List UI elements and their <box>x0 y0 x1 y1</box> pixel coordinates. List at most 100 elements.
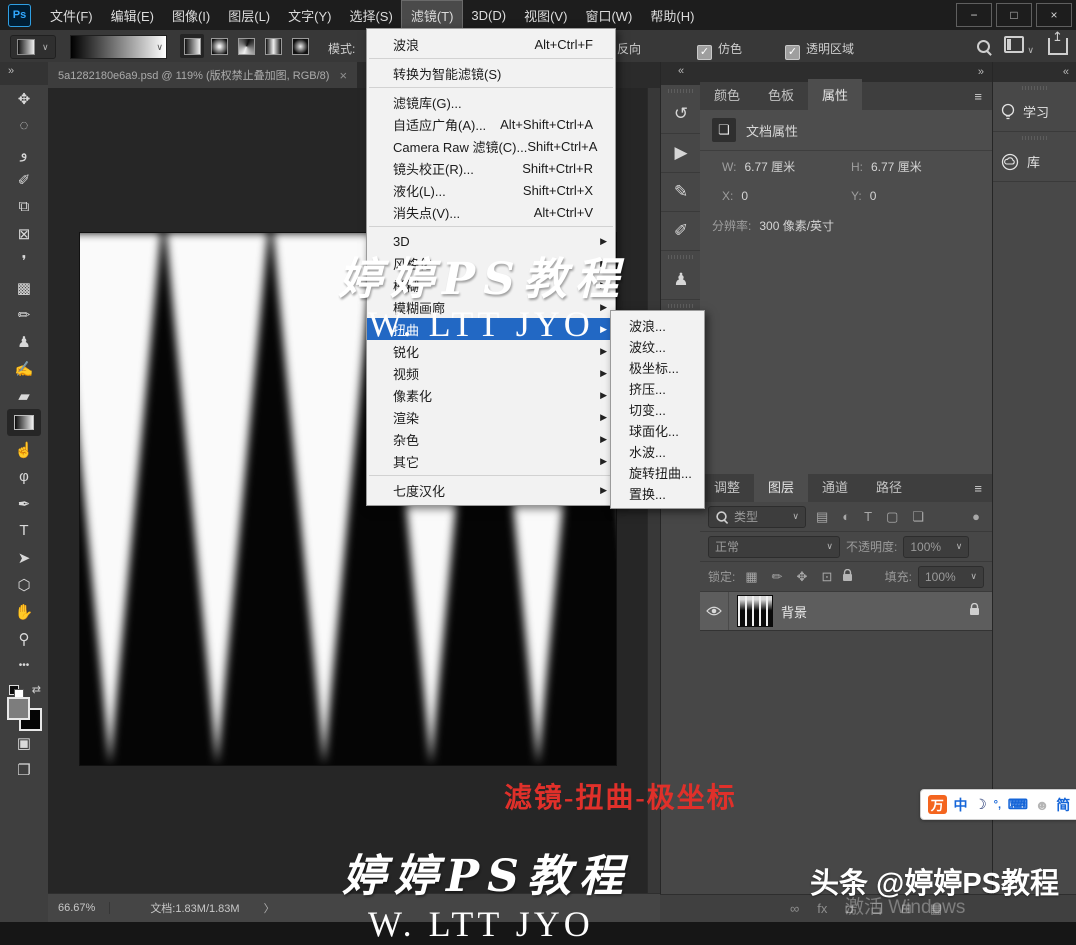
menu-item-distort[interactable]: 扭曲▶ <box>367 318 615 340</box>
tab-layers[interactable]: 图层 <box>754 471 808 502</box>
menu-item-sharpen[interactable]: 锐化▶ <box>367 340 615 362</box>
tab-paths[interactable]: 路径 <box>862 471 916 502</box>
diamond-gradient-button[interactable] <box>288 34 312 58</box>
menu-edit[interactable]: 编辑(E) <box>102 1 163 30</box>
brushes-panel-button[interactable]: ✐ <box>661 212 701 251</box>
shape-tool[interactable]: ⬡ <box>7 571 41 598</box>
brush-settings-panel-button[interactable]: ✎ <box>661 173 701 212</box>
resolution-value[interactable]: 300 像素/英寸 <box>759 217 834 234</box>
transparency-checkbox[interactable]: ✓透明区域 <box>785 40 854 60</box>
move-tool[interactable]: ✥ <box>7 85 41 112</box>
close-button[interactable]: × <box>1036 3 1072 27</box>
menu-window[interactable]: 窗口(W) <box>576 1 641 30</box>
foreground-color-swatch[interactable] <box>7 697 30 720</box>
frame-tool[interactable]: ⊠ <box>7 220 41 247</box>
menu-item-pixelate[interactable]: 像素化▶ <box>367 384 615 406</box>
zoom-level[interactable]: 66.67% <box>48 902 110 914</box>
menu-item-noise[interactable]: 杂色▶ <box>367 428 615 450</box>
ime-language-toggle[interactable]: 中 <box>954 795 968 815</box>
menu-item-vanishing-point[interactable]: 消失点(V)...Alt+Ctrl+V <box>367 201 615 223</box>
document-tab[interactable]: 5a1282180e6a9.psd @ 119% (版权禁止叠加图, RGB/8… <box>48 62 357 88</box>
submenu-item-twirl[interactable]: 旋转扭曲... <box>611 462 704 483</box>
menu-select[interactable]: 选择(S) <box>340 1 401 30</box>
y-value[interactable]: 0 <box>870 189 877 203</box>
submenu-item-spherize[interactable]: 球面化... <box>611 420 704 441</box>
actions-panel-button[interactable]: ▶ <box>661 134 701 173</box>
submenu-item-pinch[interactable]: 挤压... <box>611 378 704 399</box>
adjustment-layer-icon[interactable]: ❏ <box>871 901 883 917</box>
expand-toolbar-icon[interactable]: » <box>0 62 48 85</box>
status-expand-icon[interactable]: 〉 <box>264 900 275 916</box>
layer-thumbnail[interactable] <box>737 595 773 627</box>
submenu-item-polar-coordinates[interactable]: 极坐标... <box>611 357 704 378</box>
zoom-tool[interactable]: ⚲ <box>7 625 41 652</box>
hand-tool[interactable]: ✋ <box>7 598 41 625</box>
menu-file[interactable]: 文件(F) <box>41 1 102 30</box>
lock-artboard-icon[interactable]: ⊡ <box>817 569 836 585</box>
width-value[interactable]: 6.77 厘米 <box>744 160 795 174</box>
menu-help[interactable]: 帮助(H) <box>641 1 703 30</box>
smudge-tool[interactable]: ☝ <box>7 436 41 463</box>
crop-tool[interactable]: ⧉ <box>7 193 41 220</box>
submenu-item-ripple[interactable]: 波纹... <box>611 336 704 357</box>
filter-type-layers-icon[interactable]: T <box>860 509 876 524</box>
menu-item-3d[interactable]: 3D▶ <box>367 230 615 252</box>
menu-item-stylize[interactable]: 风格化▶ <box>367 252 615 274</box>
menu-filter[interactable]: 滤镜(T) <box>402 1 463 30</box>
x-value[interactable]: 0 <box>741 189 748 203</box>
submenu-item-shear[interactable]: 切变... <box>611 399 704 420</box>
submenu-item-wave[interactable]: 波浪... <box>611 315 704 336</box>
layer-effects-icon[interactable]: fx <box>817 901 827 916</box>
color-swatches[interactable]: ⇄ <box>7 685 41 729</box>
eraser-tool[interactable]: ▰ <box>7 382 41 409</box>
ime-simplified-toggle[interactable]: 简 <box>1056 795 1070 815</box>
search-icon[interactable] <box>977 40 990 53</box>
swap-colors-icon[interactable]: ⇄ <box>32 683 41 696</box>
menu-item-qidu-localization[interactable]: 七度汉化▶ <box>367 479 615 501</box>
filter-shape-layers-icon[interactable]: ▢ <box>882 509 902 525</box>
tab-swatches[interactable]: 色板 <box>754 79 808 110</box>
layer-row-background[interactable]: 背景 <box>700 592 992 631</box>
fill-input[interactable]: 100% ∨ <box>918 566 984 588</box>
menu-item-convert-smart-filter[interactable]: 转换为智能滤镜(S) <box>367 62 615 84</box>
minimize-button[interactable]: − <box>956 3 992 27</box>
panel-menu-icon[interactable]: ≡ <box>964 475 992 502</box>
reflected-gradient-button[interactable] <box>261 34 285 58</box>
filter-toggle-icon[interactable]: ● <box>968 509 984 524</box>
lock-transparent-pixels-icon[interactable]: ▦ <box>741 569 761 585</box>
menu-item-camera-raw[interactable]: Camera Raw 滤镜(C)...Shift+Ctrl+A <box>367 135 615 157</box>
healing-brush-tool[interactable]: ▩ <box>7 274 41 301</box>
dodge-tool[interactable]: φ <box>7 463 41 490</box>
submenu-item-zigzag[interactable]: 水波... <box>611 441 704 462</box>
eyedropper-tool[interactable]: ❜ <box>7 247 41 274</box>
angle-gradient-button[interactable] <box>234 34 258 58</box>
panel-menu-icon[interactable]: ≡ <box>964 83 992 110</box>
history-brush-tool[interactable]: ✍ <box>7 355 41 382</box>
quick-mask-button[interactable]: ▣ <box>7 729 41 756</box>
menu-image[interactable]: 图像(I) <box>163 1 219 30</box>
path-selection-tool[interactable]: ➤ <box>7 544 41 571</box>
ime-user-icon[interactable]: ☻ <box>1035 797 1050 813</box>
pen-tool[interactable]: ✒ <box>7 490 41 517</box>
gradient-preview[interactable]: ∨ <box>70 35 167 59</box>
workspace-switcher[interactable]: ∨ <box>1004 36 1034 56</box>
clone-source-panel-button[interactable]: ♟ <box>661 261 701 300</box>
clone-stamp-tool[interactable]: ♟ <box>7 328 41 355</box>
tab-channels[interactable]: 通道 <box>808 471 862 502</box>
menu-item-blur-gallery[interactable]: 模糊画廊▶ <box>367 296 615 318</box>
menu-item-other[interactable]: 其它▶ <box>367 450 615 472</box>
menu-type[interactable]: 文字(Y) <box>279 1 340 30</box>
screen-mode-button[interactable]: ❐ <box>7 756 41 783</box>
lock-position-icon[interactable]: ✥ <box>793 569 812 585</box>
new-layer-icon[interactable]: ⊞ <box>901 901 912 917</box>
layer-name[interactable]: 背景 <box>781 602 807 621</box>
menu-view[interactable]: 视图(V) <box>515 1 576 30</box>
menu-item-last-filter-wave[interactable]: 波浪Alt+Ctrl+F <box>367 33 615 55</box>
brush-tool[interactable]: ✏ <box>7 301 41 328</box>
collapse-dock-icon[interactable]: « <box>1063 66 1076 78</box>
menu-item-render[interactable]: 渲染▶ <box>367 406 615 428</box>
collapse-panels-icon[interactable]: » <box>978 66 992 78</box>
tab-properties[interactable]: 属性 <box>808 79 862 110</box>
lock-all-icon[interactable] <box>842 569 853 585</box>
lock-image-pixels-icon[interactable]: ✏ <box>768 569 787 585</box>
